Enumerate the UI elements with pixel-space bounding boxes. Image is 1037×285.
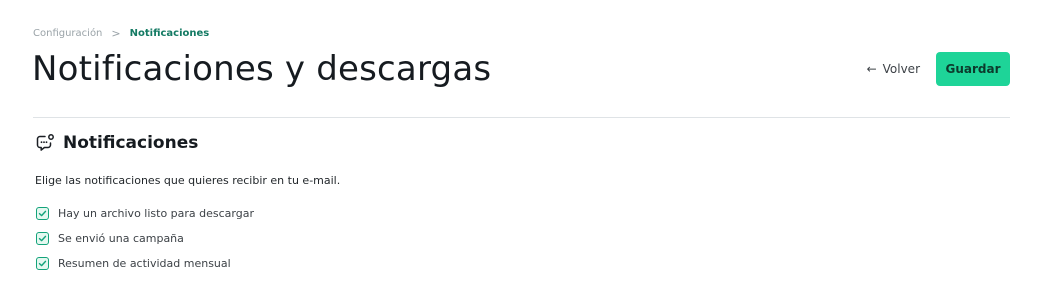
page-title: Notificaciones y descargas <box>32 49 492 89</box>
notification-option-monthly-summary[interactable]: Resumen de actividad mensual <box>36 251 254 276</box>
breadcrumb-item-configuracion[interactable]: Configuración <box>33 28 102 39</box>
checkbox-checked-icon[interactable] <box>36 232 49 245</box>
save-button[interactable]: Guardar <box>936 52 1010 86</box>
chat-bubble-icon <box>35 133 55 153</box>
notifications-settings-page: Configuración > Notificaciones Notificac… <box>0 0 1037 285</box>
breadcrumb-item-notificaciones: Notificaciones <box>129 28 210 39</box>
back-link[interactable]: ← Volver <box>867 62 920 76</box>
back-link-label: Volver <box>882 62 920 76</box>
breadcrumb: Configuración > Notificaciones <box>33 27 209 40</box>
arrow-left-icon: ← <box>866 62 877 76</box>
breadcrumb-separator: > <box>111 27 121 40</box>
notification-option-file-ready[interactable]: Hay un archivo listo para descargar <box>36 201 254 226</box>
notification-options-list: Hay un archivo listo para descargar Se e… <box>36 201 254 276</box>
section-description: Elige las notificaciones que quieres rec… <box>35 174 341 187</box>
checkbox-checked-icon[interactable] <box>36 257 49 270</box>
notification-option-label: Hay un archivo listo para descargar <box>58 207 255 220</box>
notification-option-label: Se envió una campaña <box>58 232 184 245</box>
header-actions: ← Volver Guardar <box>867 52 1010 86</box>
section-title: Notificaciones <box>63 133 199 153</box>
notification-option-label: Resumen de actividad mensual <box>58 257 231 270</box>
notification-option-campaign-sent[interactable]: Se envió una campaña <box>36 226 254 251</box>
header-divider <box>33 117 1010 118</box>
notifications-section-header: Notificaciones <box>35 133 198 153</box>
checkbox-checked-icon[interactable] <box>36 207 49 220</box>
